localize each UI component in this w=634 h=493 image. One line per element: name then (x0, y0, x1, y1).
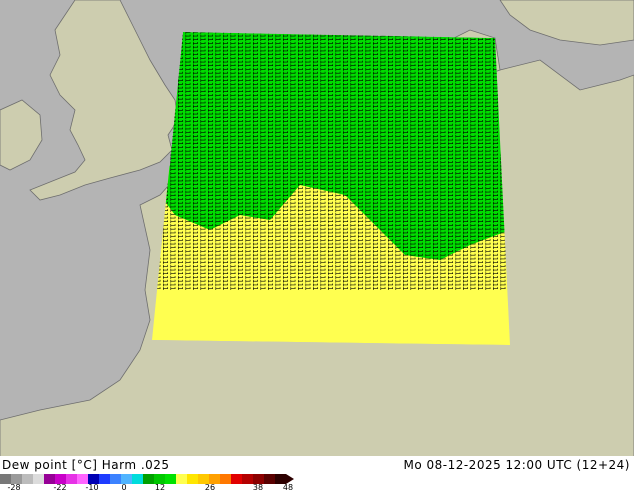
color-scale-tick: 48 (282, 483, 294, 492)
color-scale-tick: -22 (53, 483, 67, 492)
land-ireland (0, 99, 43, 171)
color-scale-tick: 26 (204, 483, 216, 492)
color-scale-tick: 38 (252, 483, 264, 492)
forecast-datetime: Mo 08-12-2025 12:00 UTC (12+24) (403, 458, 630, 472)
forecast-grid: 1111111111111111111111111111111111111111… (152, 32, 510, 345)
land-scandinavia (499, 0, 634, 46)
color-scale-tick: 12 (154, 483, 166, 492)
color-scale-tick: 0 (121, 483, 127, 492)
map-area[interactable]: 1111111111111111111111111111111111111111… (0, 0, 634, 470)
legend-footer: Dew point [°C] Harm .025 Mo 08-12-2025 1… (0, 456, 634, 493)
map-title: Dew point [°C] Harm .025 (2, 458, 170, 472)
color-scale-tick: -10 (85, 483, 99, 492)
color-scale-ticks: -28 -22 -10 0 12 26 38 48 (0, 483, 300, 493)
map-canvas: 1111111111111111111111111111111111111111… (0, 0, 634, 470)
land-great-britain (29, 0, 179, 201)
color-scale-tick: -28 (7, 483, 21, 492)
